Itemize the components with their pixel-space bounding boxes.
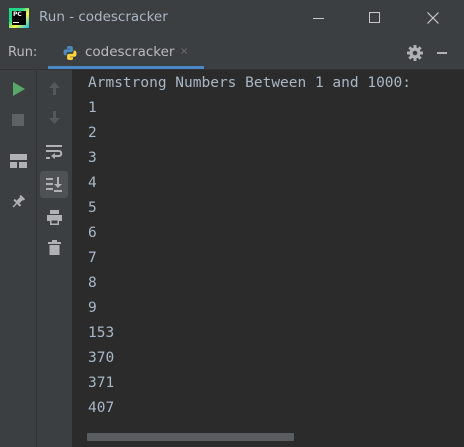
hide-icon[interactable] [437,52,447,54]
soft-wrap-icon[interactable] [46,145,63,159]
logo-text: PC [13,11,22,18]
console-line: 407 [88,400,115,416]
run-tab-strip: Run: codescracker × [0,37,464,70]
console-line: 9 [88,300,97,316]
console-output[interactable]: Armstrong Numbers Between 1 and 1000: 1 … [73,70,464,447]
pycharm-logo-icon: PC [9,8,29,28]
trash-icon[interactable] [48,240,61,255]
rerun-icon[interactable] [13,82,25,96]
console-line: 2 [88,125,97,141]
title-bar[interactable]: PC Run - codescracker [0,0,464,37]
console-line: 5 [88,200,97,216]
tab-selection-underline [48,66,204,69]
console-line: Armstrong Numbers Between 1 and 1000: [88,75,412,91]
console-line: 153 [88,325,115,341]
tab-label: codescracker [85,44,175,60]
horizontal-scrollbar[interactable] [87,433,294,441]
tab-close-icon[interactable]: × [180,46,188,57]
console-line: 6 [88,225,97,241]
run-toolbar [0,70,37,447]
window-title: Run - codescracker [39,9,168,25]
console-line: 1 [88,100,97,116]
run-window: PC Run - codescracker Run: codescracker … [0,0,464,447]
down-arrow-icon[interactable] [49,111,60,124]
gear-icon[interactable] [406,44,424,62]
tab-codescracker[interactable]: codescracker × [48,37,204,69]
close-button[interactable] [410,0,456,37]
console-line: 3 [88,150,97,166]
minimize-icon [313,18,324,19]
maximize-icon [369,12,380,23]
console-line: 8 [88,275,97,291]
stop-icon[interactable] [12,114,24,126]
layout-icon[interactable] [10,154,27,168]
pin-icon[interactable] [10,194,26,210]
close-icon [427,12,439,24]
console-line: 370 [88,350,115,366]
python-icon [63,46,77,60]
up-arrow-icon[interactable] [49,82,60,95]
console-line: 4 [88,175,97,191]
print-icon[interactable] [47,210,62,225]
minimize-button[interactable] [295,0,341,37]
maximize-button[interactable] [352,0,398,37]
console-line: 371 [88,375,115,391]
console-line: 7 [88,250,97,266]
console-toolbar [37,70,73,447]
run-label: Run: [8,45,38,60]
scroll-to-end-icon [46,177,62,192]
